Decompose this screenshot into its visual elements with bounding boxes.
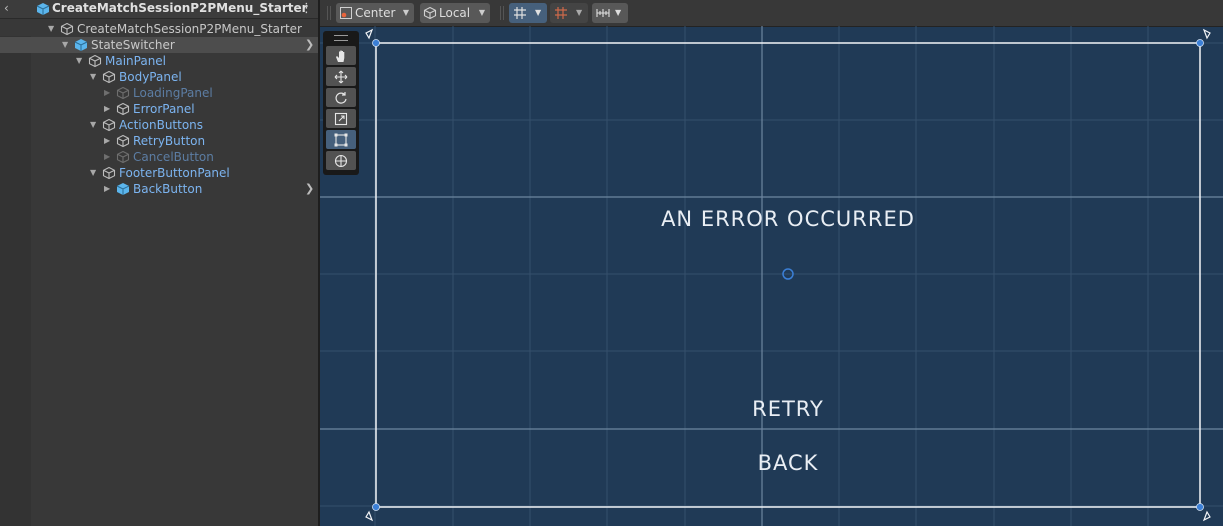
tool-palette xyxy=(323,31,359,175)
move-icon xyxy=(334,70,348,84)
hand-icon xyxy=(336,50,345,62)
back-button[interactable]: BACK xyxy=(720,451,856,475)
gameobject-cube-icon xyxy=(88,54,102,68)
prefab-cube-icon xyxy=(36,3,50,15)
hierarchy-item-root[interactable]: ▼ CreateMatchSessionP2PMenu_Starter xyxy=(0,21,318,37)
grid-snap-toggle[interactable]: ▼ xyxy=(509,3,547,23)
scene-view[interactable]: Center ▼ Local ▼ ▼ ▼ ▼ AN ERROR OCCURRED… xyxy=(320,0,1223,526)
hierarchy-item-stateswitcher[interactable]: ▼ StateSwitcher ❯ xyxy=(0,37,318,53)
collapse-arrow-icon[interactable]: ▶ xyxy=(104,149,114,165)
dropdown-arrow-icon: ▼ xyxy=(402,8,409,17)
gameobject-cube-icon xyxy=(102,166,116,180)
gameobject-cube-icon xyxy=(102,70,116,84)
scale-tool-button[interactable] xyxy=(326,109,356,128)
open-prefab-chevron-icon[interactable]: ❯ xyxy=(305,181,314,197)
gameobject-cube-icon xyxy=(60,22,74,36)
collapse-arrow-icon[interactable]: ▶ xyxy=(104,85,114,101)
rotate-tool-button[interactable] xyxy=(326,88,356,107)
grid-visibility-toggle[interactable]: ▼ xyxy=(550,3,588,23)
pivot-center-dropdown[interactable]: Center ▼ xyxy=(336,3,414,23)
hierarchy-item-loadingpanel[interactable]: ▶ LoadingPanel xyxy=(0,85,318,101)
gameobject-cube-icon xyxy=(102,118,116,132)
hierarchy-item-label: MainPanel xyxy=(105,54,167,68)
toolbar-grip xyxy=(327,6,331,20)
gameobject-cube-icon xyxy=(116,134,130,148)
hierarchy-item-retrybutton[interactable]: ▶ RetryButton xyxy=(0,133,318,149)
expand-arrow-icon[interactable]: ▼ xyxy=(90,117,100,133)
hierarchy-item-label: FooterButtonPanel xyxy=(119,166,230,180)
canvas-rect-outline[interactable] xyxy=(375,42,1201,508)
expand-arrow-icon[interactable]: ▼ xyxy=(48,21,58,37)
dropdown-arrow-icon[interactable]: ▼ xyxy=(576,3,582,23)
grid-snap-icon xyxy=(514,7,526,19)
hierarchy-panel: ‹ CreateMatchSessionP2PMenu_Starter ⋮ ▼ … xyxy=(0,0,318,526)
transform-icon xyxy=(334,154,348,168)
hierarchy-item-footerbuttonpanel[interactable]: ▼ FooterButtonPanel xyxy=(0,165,318,181)
increment-snap-toggle[interactable]: ▼ xyxy=(592,3,628,23)
rotate-icon xyxy=(335,92,347,104)
hierarchy-item-label: CancelButton xyxy=(133,150,214,164)
back-chevron-icon[interactable]: ‹ xyxy=(4,1,16,17)
hand-tool-button[interactable] xyxy=(326,46,356,65)
grid-visibility-icon xyxy=(555,7,567,19)
dropdown-arrow-icon: ▼ xyxy=(478,8,485,17)
prefab-cube-icon xyxy=(116,183,130,195)
hierarchy-item-label: RetryButton xyxy=(133,134,206,148)
hierarchy-scene-title: CreateMatchSessionP2PMenu_Starter xyxy=(52,1,308,15)
scene-toolbar: Center ▼ Local ▼ ▼ ▼ ▼ xyxy=(320,0,1223,27)
expand-arrow-icon[interactable]: ▼ xyxy=(76,53,86,69)
hierarchy-item-label: BackButton xyxy=(133,182,203,196)
increment-snap-icon xyxy=(596,9,610,17)
hierarchy-item-actionbuttons[interactable]: ▼ ActionButtons xyxy=(0,117,318,133)
hierarchy-header: ‹ CreateMatchSessionP2PMenu_Starter ⋮ xyxy=(0,0,318,19)
hierarchy-item-cancelbutton[interactable]: ▶ CancelButton xyxy=(0,149,318,165)
scale-icon xyxy=(334,112,348,126)
collapse-arrow-icon[interactable]: ▶ xyxy=(104,133,114,149)
collapse-arrow-icon[interactable]: ▶ xyxy=(104,101,114,117)
retry-button[interactable]: RETRY xyxy=(720,397,856,421)
expand-arrow-icon[interactable]: ▼ xyxy=(90,165,100,181)
hierarchy-item-label: LoadingPanel xyxy=(133,86,213,100)
hierarchy-item-mainpanel[interactable]: ▼ MainPanel xyxy=(0,53,318,69)
hierarchy-item-backbutton[interactable]: ▶ BackButton ❯ xyxy=(0,181,318,197)
toolbar-grip xyxy=(500,6,504,20)
gameobject-cube-icon xyxy=(116,150,130,164)
hierarchy-item-label: BodyPanel xyxy=(119,70,182,84)
move-tool-button[interactable] xyxy=(326,67,356,86)
transform-tool-button[interactable] xyxy=(326,151,356,170)
palette-drag-handle[interactable] xyxy=(334,35,348,41)
space-label: Local xyxy=(439,6,471,20)
hierarchy-item-label: ErrorPanel xyxy=(133,102,195,116)
error-title-text: AN ERROR OCCURRED xyxy=(661,207,915,231)
expand-arrow-icon[interactable]: ▼ xyxy=(62,37,72,53)
pivot-icon xyxy=(340,7,352,19)
collapse-arrow-icon[interactable]: ▶ xyxy=(104,181,114,197)
pivot-label: Center xyxy=(355,6,396,20)
dropdown-arrow-icon[interactable]: ▼ xyxy=(535,3,541,23)
open-prefab-chevron-icon[interactable]: ❯ xyxy=(305,37,314,53)
hierarchy-item-bodypanel[interactable]: ▼ BodyPanel xyxy=(0,69,318,85)
hierarchy-item-label: CreateMatchSessionP2PMenu_Starter xyxy=(77,22,302,36)
rect-transform-icon xyxy=(334,133,348,147)
hierarchy-item-label: StateSwitcher xyxy=(91,38,175,52)
gameobject-cube-icon xyxy=(116,86,130,100)
rect-tool-button[interactable] xyxy=(326,130,356,149)
dropdown-arrow-icon[interactable]: ▼ xyxy=(615,3,621,23)
space-local-dropdown[interactable]: Local ▼ xyxy=(420,3,490,23)
gameobject-cube-icon xyxy=(116,102,130,116)
local-space-cube-icon xyxy=(423,6,437,20)
expand-arrow-icon[interactable]: ▼ xyxy=(90,69,100,85)
more-options-icon[interactable]: ⋮ xyxy=(300,1,313,16)
prefab-cube-icon xyxy=(74,39,88,51)
hierarchy-item-label: ActionButtons xyxy=(119,118,204,132)
hierarchy-item-errorpanel[interactable]: ▶ ErrorPanel xyxy=(0,101,318,117)
